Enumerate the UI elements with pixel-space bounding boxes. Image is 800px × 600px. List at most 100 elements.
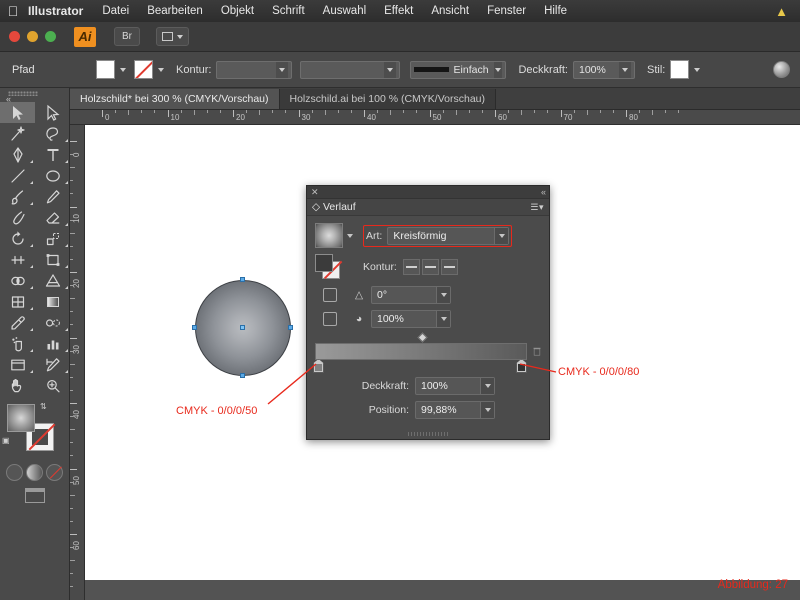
tab-holzschild-300[interactable]: Holzschild* bei 300 % (CMYK/Vorschau) (70, 89, 280, 109)
arrange-documents-button[interactable] (156, 27, 189, 46)
hand-tool[interactable] (0, 375, 35, 396)
sphere-preview-icon[interactable] (773, 61, 790, 78)
chevron-down-icon[interactable] (494, 227, 509, 244)
gradient-ramp[interactable] (315, 343, 527, 360)
graphic-style-swatch[interactable] (670, 60, 690, 79)
menubar-app-name[interactable]: Illustrator (26, 4, 93, 18)
menu-ansicht[interactable]: Ansicht (422, 5, 478, 17)
line-segment-tool[interactable] (0, 165, 35, 186)
paintbrush-tool[interactable] (0, 186, 35, 207)
perspective-grid-tool[interactable] (35, 270, 70, 291)
gradient-midpoint-marker[interactable] (417, 332, 428, 343)
chevron-down-icon[interactable] (436, 311, 450, 327)
gradient-panel-titlebar[interactable]: ✕ « (307, 186, 549, 199)
anchor-point-right[interactable] (288, 325, 293, 330)
anchor-point-top[interactable] (240, 277, 245, 282)
gradient-type-dropdown[interactable]: Kreisförmig (387, 226, 510, 245)
type-tool[interactable] (35, 144, 70, 165)
horizontal-ruler[interactable]: 0 10 20 30 40 50 60 70 80 (70, 110, 800, 125)
menu-hilfe[interactable]: Hilfe (535, 5, 576, 17)
panel-resize-grip[interactable] (408, 432, 448, 436)
anchor-point-center[interactable] (240, 325, 245, 330)
selection-tool[interactable] (0, 102, 35, 123)
chevron-down-icon[interactable] (493, 61, 503, 78)
panel-menu-icon[interactable]: ☰▾ (530, 202, 544, 213)
stroke-style-dropdown[interactable]: Einfach (410, 60, 507, 79)
color-mode-icon[interactable] (6, 464, 23, 481)
free-transform-tool[interactable] (35, 249, 70, 270)
lasso-tool[interactable] (35, 123, 70, 144)
chevron-down-icon[interactable] (694, 67, 701, 72)
collapse-panel-icon[interactable]: « (541, 187, 546, 197)
gradient-position-input[interactable]: 99,88% (415, 401, 495, 419)
chevron-down-icon[interactable] (480, 402, 494, 418)
chevron-down-icon[interactable] (618, 61, 631, 78)
gradient-aspect-input[interactable]: 100% (371, 310, 451, 328)
gradient-stop-right[interactable] (516, 359, 527, 373)
default-fill-stroke-icon[interactable]: ▣ (2, 436, 10, 445)
menu-objekt[interactable]: Objekt (212, 5, 263, 17)
pencil-tool[interactable] (35, 186, 70, 207)
direct-selection-tool[interactable] (35, 102, 70, 123)
menu-schrift[interactable]: Schrift (263, 5, 314, 17)
chevron-down-icon[interactable] (436, 287, 450, 303)
gradient-panel[interactable]: ✕ « ◇ Verlauf ☰▾ Art: Kreisförmig Kontur… (306, 185, 550, 440)
anchor-point-bottom[interactable] (240, 373, 245, 378)
delete-stop-icon[interactable] (533, 344, 541, 359)
pen-tool[interactable] (0, 144, 35, 165)
opacity-input[interactable]: 100% (572, 60, 635, 79)
bridge-button[interactable]: Br (114, 27, 140, 46)
ellipse-tool[interactable] (35, 165, 70, 186)
magic-wand-tool[interactable] (0, 123, 35, 144)
vertical-ruler[interactable]: 01020304050607080 (70, 125, 85, 600)
chevron-down-icon[interactable] (158, 67, 164, 72)
fill-swatch-group[interactable] (96, 60, 126, 79)
fill-swatch[interactable] (96, 60, 115, 79)
chevron-down-icon[interactable] (480, 378, 494, 394)
close-window-button[interactable] (9, 31, 20, 42)
gradient-stops-icon[interactable] (323, 312, 337, 326)
column-graph-tool[interactable] (35, 333, 70, 354)
chevron-down-icon[interactable] (384, 61, 397, 78)
apple-logo-icon[interactable]:  (0, 4, 26, 18)
slice-tool[interactable] (35, 354, 70, 375)
artboard-tool[interactable] (0, 354, 35, 375)
rotate-tool[interactable] (0, 228, 35, 249)
blend-tool[interactable] (35, 312, 70, 333)
zoom-tool[interactable] (35, 375, 70, 396)
shape-builder-tool[interactable] (0, 270, 35, 291)
eraser-tool[interactable] (35, 207, 70, 228)
gradient-ramp-wrapper[interactable] (313, 343, 527, 373)
minimize-window-button[interactable] (27, 31, 38, 42)
gradient-mode-icon[interactable] (26, 464, 43, 481)
gradient-preview-swatch[interactable] (315, 223, 343, 248)
tool-palette-grip[interactable]: « (0, 88, 69, 104)
chevron-down-icon[interactable] (347, 233, 353, 238)
gradient-angle-input[interactable]: 0° (371, 286, 451, 304)
stroke-type-buttons[interactable] (402, 259, 458, 275)
stroke-along-icon[interactable] (421, 259, 439, 275)
chevron-down-icon[interactable] (120, 67, 126, 72)
width-tool[interactable] (0, 249, 35, 270)
blob-brush-tool[interactable] (0, 207, 35, 228)
menu-effekt[interactable]: Effekt (375, 5, 422, 17)
swap-fill-stroke-icon[interactable]: ⇅ (40, 402, 47, 411)
tab-holzschild-100[interactable]: Holzschild.ai bei 100 % (CMYK/Vorschau) (279, 89, 497, 109)
gradient-fill-swatch[interactable] (7, 404, 35, 432)
chevron-down-icon[interactable] (276, 61, 289, 78)
stroke-swatch-group[interactable] (134, 60, 164, 79)
panel-fill-stroke-indicator[interactable] (315, 254, 341, 280)
stroke-across-icon[interactable] (440, 259, 458, 275)
maximize-window-button[interactable] (45, 31, 56, 42)
menu-datei[interactable]: Datei (93, 5, 138, 17)
stroke-profile-dropdown[interactable] (300, 60, 401, 79)
none-mode-icon[interactable] (46, 464, 63, 481)
symbol-sprayer-tool[interactable] (0, 333, 35, 354)
graphic-style-group[interactable] (670, 60, 701, 79)
screen-mode-button[interactable] (0, 488, 69, 503)
gradient-sphere-object[interactable] (192, 277, 293, 378)
mesh-tool[interactable] (0, 291, 35, 312)
eyedropper-tool[interactable] (0, 312, 35, 333)
menu-auswahl[interactable]: Auswahl (314, 5, 375, 17)
stroke-within-icon[interactable] (402, 259, 420, 275)
